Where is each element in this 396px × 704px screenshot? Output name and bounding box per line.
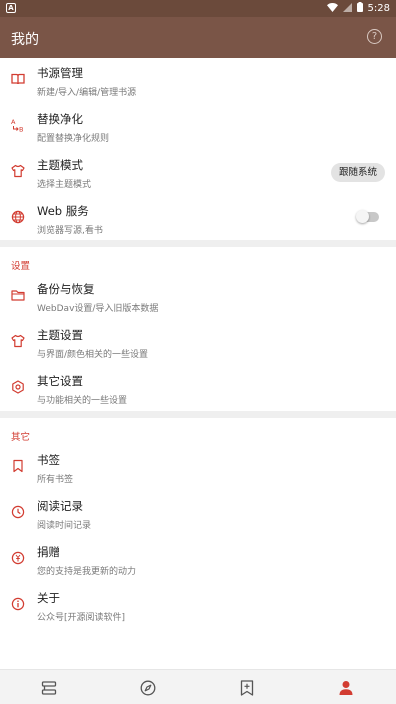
toggle-thumb — [356, 210, 369, 223]
bookshelf-icon — [41, 681, 57, 695]
signal-icon — [342, 2, 352, 15]
help-icon[interactable]: ? — [367, 29, 382, 44]
menu-item-subtitle: 所有书签 — [37, 475, 74, 485]
bookmark-star-icon — [240, 680, 254, 696]
battery-icon — [356, 2, 363, 15]
menu-item-title: 替换净化 — [37, 112, 83, 126]
menu-item-title: 主题模式 — [37, 158, 83, 172]
nav-bookshelf[interactable] — [40, 679, 58, 697]
menu-item-other-settings[interactable]: 其它设置 与功能相关的一些设置 — [0, 366, 396, 412]
menu-item-subtitle: 与界面/颜色相关的一些设置 — [37, 350, 149, 360]
menu-item-title: 备份与恢复 — [37, 282, 95, 296]
shirt-icon — [11, 334, 25, 348]
section-title-other: 其它 — [11, 432, 31, 443]
book-icon — [11, 72, 25, 86]
menu-item-subtitle: 阅读时间记录 — [37, 521, 92, 531]
app-bar: 我的 ? — [0, 17, 396, 58]
menu-item-subtitle: 浏览器写源,看书 — [37, 226, 103, 236]
menu-item-web-service[interactable]: Web 服务 浏览器写源,看书 — [0, 196, 396, 242]
menu-item-subtitle: 新建/导入/编辑/管理书源 — [37, 88, 137, 98]
nav-rss[interactable] — [238, 679, 256, 697]
menu-item-replace-rules[interactable]: AB 替换净化 配置替换净化规则 — [0, 104, 396, 150]
svg-text:B: B — [19, 126, 23, 133]
menu-item-backup-restore[interactable]: 备份与恢复 WebDav设置/导入旧版本数据 — [0, 274, 396, 320]
theme-mode-chip[interactable]: 跟随系统 — [330, 163, 385, 182]
menu-item-subtitle: WebDav设置/导入旧版本数据 — [37, 304, 159, 314]
menu-item-book-source[interactable]: 书源管理 新建/导入/编辑/管理书源 — [0, 58, 396, 104]
menu-item-title: 关于 — [37, 591, 60, 605]
bookmark-icon — [11, 459, 25, 473]
menu-item-bookmarks[interactable]: 书签 所有书签 — [0, 445, 396, 491]
app-notification-icon: A — [6, 3, 16, 13]
menu-item-donate[interactable]: 捐赠 您的支持是我更新的动力 — [0, 537, 396, 583]
section-divider — [0, 411, 396, 418]
menu-item-reading-history[interactable]: 阅读记录 阅读时间记录 — [0, 491, 396, 537]
menu-item-subtitle: 配置替换净化规则 — [37, 134, 110, 144]
svg-text:A: A — [11, 118, 16, 126]
page-title: 我的 — [11, 32, 39, 48]
menu-item-title: 阅读记录 — [37, 499, 83, 513]
menu-item-theme-settings[interactable]: 主题设置 与界面/颜色相关的一些设置 — [0, 320, 396, 366]
replace-icon: AB — [11, 118, 25, 132]
section-title-settings: 设置 — [11, 261, 31, 272]
wifi-icon — [326, 2, 338, 15]
menu-item-subtitle: 与功能相关的一些设置 — [37, 396, 128, 406]
clock-icon — [11, 505, 25, 519]
main-content: 书源管理 新建/导入/编辑/管理书源 AB 替换净化 配置替换净化规则 主题模式… — [0, 58, 396, 669]
nav-discover[interactable] — [139, 679, 157, 697]
menu-item-title: 书签 — [37, 453, 60, 467]
menu-item-subtitle: 选择主题模式 — [37, 180, 92, 190]
section-divider — [0, 240, 396, 247]
menu-item-about[interactable]: 关于 公众号[开源阅读软件] — [0, 583, 396, 629]
menu-item-title: 捐赠 — [37, 545, 60, 559]
menu-item-title: 书源管理 — [37, 66, 83, 80]
info-icon — [11, 597, 25, 611]
shirt-icon — [11, 164, 25, 178]
menu-item-title: 主题设置 — [37, 328, 83, 342]
menu-item-title: 其它设置 — [37, 374, 83, 388]
folder-icon — [11, 288, 25, 302]
menu-item-title: Web 服务 — [37, 204, 89, 218]
menu-item-subtitle: 您的支持是我更新的动力 — [37, 567, 137, 577]
status-bar: A 5:28 — [0, 0, 396, 17]
globe-icon — [11, 210, 25, 224]
status-time: 5:28 — [367, 3, 390, 14]
web-service-toggle[interactable] — [356, 210, 379, 223]
compass-icon — [140, 680, 156, 696]
donate-icon — [11, 551, 25, 565]
menu-item-subtitle: 公众号[开源阅读软件] — [37, 613, 126, 623]
settings-icon — [11, 380, 25, 394]
bottom-navigation — [0, 669, 396, 704]
nav-my[interactable] — [337, 679, 355, 697]
person-icon — [339, 681, 353, 695]
